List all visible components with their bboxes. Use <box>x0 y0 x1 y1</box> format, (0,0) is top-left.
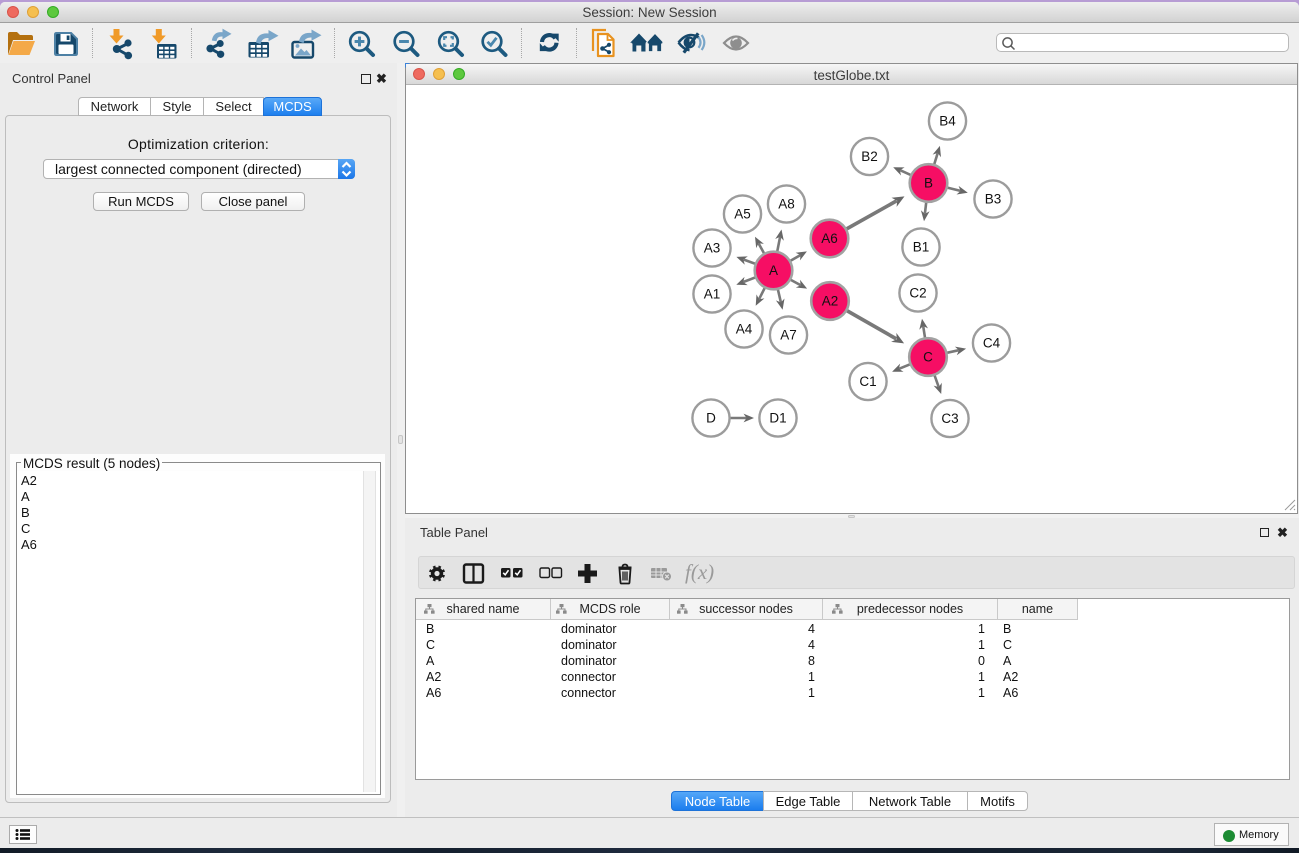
svg-text:B3: B3 <box>985 192 1002 207</box>
svg-text:C4: C4 <box>983 336 1001 351</box>
svg-text:B1: B1 <box>913 240 930 255</box>
svg-text:A2: A2 <box>822 294 839 309</box>
svg-text:B: B <box>924 176 933 191</box>
svg-text:A5: A5 <box>734 207 751 222</box>
svg-text:C3: C3 <box>941 411 958 426</box>
svg-text:C1: C1 <box>859 374 876 389</box>
svg-text:C2: C2 <box>909 286 926 301</box>
svg-text:A: A <box>769 263 778 278</box>
svg-text:B2: B2 <box>861 149 878 164</box>
svg-text:A8: A8 <box>778 197 795 212</box>
svg-text:A1: A1 <box>704 287 721 302</box>
svg-text:D1: D1 <box>769 411 786 426</box>
svg-text:A4: A4 <box>736 322 753 337</box>
svg-text:A3: A3 <box>704 241 721 256</box>
svg-text:A7: A7 <box>780 328 797 343</box>
svg-text:B4: B4 <box>939 114 956 129</box>
svg-text:A6: A6 <box>821 231 838 246</box>
svg-text:D: D <box>706 411 716 426</box>
svg-text:C: C <box>923 350 933 365</box>
